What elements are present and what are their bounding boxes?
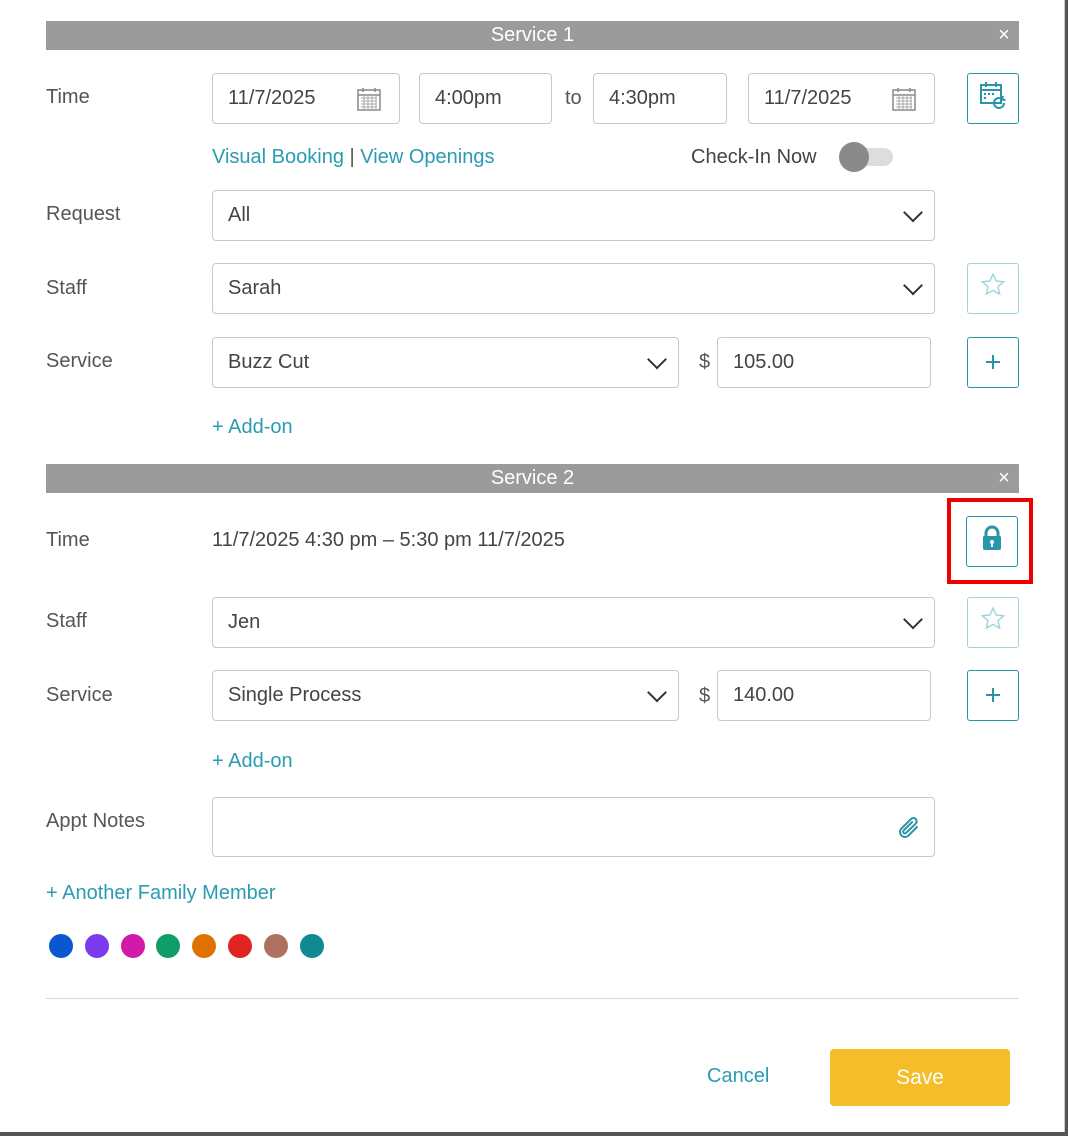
add-on-link[interactable]: + Add-on xyxy=(212,750,293,773)
close-service-1-button[interactable]: × xyxy=(995,21,1013,50)
staff-select[interactable]: Sarah xyxy=(212,263,935,314)
view-openings-link[interactable]: View Openings xyxy=(360,146,494,168)
appointment-dialog: Service 1 × Time 11/7/2025 4:00pm to 4:3… xyxy=(0,0,1065,1132)
currency-symbol: $ xyxy=(699,351,711,373)
color-swatch[interactable] xyxy=(120,934,145,958)
star-icon xyxy=(980,272,1006,305)
end-date-input[interactable]: 11/7/2025 xyxy=(748,73,935,124)
plus-icon xyxy=(984,680,1002,711)
service-select[interactable]: Single Process xyxy=(212,670,679,721)
color-swatch[interactable] xyxy=(228,934,252,958)
close-service-2-button[interactable]: × xyxy=(995,464,1013,493)
favorite-staff-button[interactable] xyxy=(967,597,1019,648)
color-swatch[interactable] xyxy=(263,934,288,958)
staff-label: Staff xyxy=(46,277,87,299)
booking-links: Visual Booking | View Openings xyxy=(212,146,494,169)
appt-notes-label: Appt Notes xyxy=(46,810,145,832)
time-label: Time xyxy=(46,529,90,551)
star-icon xyxy=(980,606,1006,639)
cancel-button[interactable]: Cancel xyxy=(707,1065,769,1088)
color-swatch[interactable] xyxy=(192,934,217,958)
link-separator: | xyxy=(349,146,355,168)
price-input[interactable]: 105.00 xyxy=(717,337,931,388)
save-button[interactable]: Save xyxy=(830,1049,1010,1106)
staff-select[interactable]: Jen xyxy=(212,597,935,648)
favorite-staff-button[interactable] xyxy=(967,263,1019,314)
add-service-button[interactable] xyxy=(967,670,1019,721)
checkin-label: Check-In Now xyxy=(691,146,817,168)
add-family-member-link[interactable]: + Another Family Member xyxy=(46,882,276,905)
service-label: Service xyxy=(46,684,113,706)
toggle-knob xyxy=(839,142,869,172)
service-select[interactable]: Buzz Cut xyxy=(212,337,679,388)
request-label: Request xyxy=(46,203,121,225)
color-swatch[interactable] xyxy=(84,934,109,958)
service-2-header: Service 2 × xyxy=(46,464,1019,493)
price-input[interactable]: 140.00 xyxy=(717,670,931,721)
time-label: Time xyxy=(46,86,90,108)
plus-icon xyxy=(984,347,1002,378)
checkin-toggle[interactable] xyxy=(839,142,893,172)
start-date-input[interactable]: 11/7/2025 xyxy=(212,73,400,124)
add-service-button[interactable] xyxy=(967,337,1019,388)
currency-symbol: $ xyxy=(699,685,711,707)
calendar-refresh-button[interactable] xyxy=(967,73,1019,124)
color-swatch[interactable] xyxy=(299,934,324,958)
lock-icon xyxy=(981,525,1003,558)
lock-time-button[interactable] xyxy=(966,516,1018,567)
paperclip-icon[interactable] xyxy=(896,814,922,848)
service-label: Service xyxy=(46,350,113,372)
divider xyxy=(46,998,1019,999)
color-swatch[interactable] xyxy=(49,934,73,958)
end-time-input[interactable]: 4:30pm xyxy=(593,73,727,124)
service-1-header: Service 1 × xyxy=(46,21,1019,50)
color-swatch[interactable] xyxy=(156,934,181,958)
calendar-icon[interactable] xyxy=(357,87,381,117)
staff-label: Staff xyxy=(46,610,87,632)
service-1-title: Service 1 xyxy=(490,24,575,46)
to-label: to xyxy=(565,87,582,109)
add-on-link[interactable]: + Add-on xyxy=(212,416,293,439)
start-time-input[interactable]: 4:00pm xyxy=(419,73,552,124)
calendar-refresh-icon xyxy=(979,81,1007,116)
service-2-title: Service 2 xyxy=(490,467,575,489)
visual-booking-link[interactable]: Visual Booking xyxy=(212,146,344,168)
request-select[interactable]: All xyxy=(212,190,935,241)
service-2-time-text: 11/7/2025 4:30 pm – 5:30 pm 11/7/2025 xyxy=(212,529,565,551)
calendar-icon[interactable] xyxy=(892,87,916,117)
appt-notes-input[interactable] xyxy=(212,797,935,857)
